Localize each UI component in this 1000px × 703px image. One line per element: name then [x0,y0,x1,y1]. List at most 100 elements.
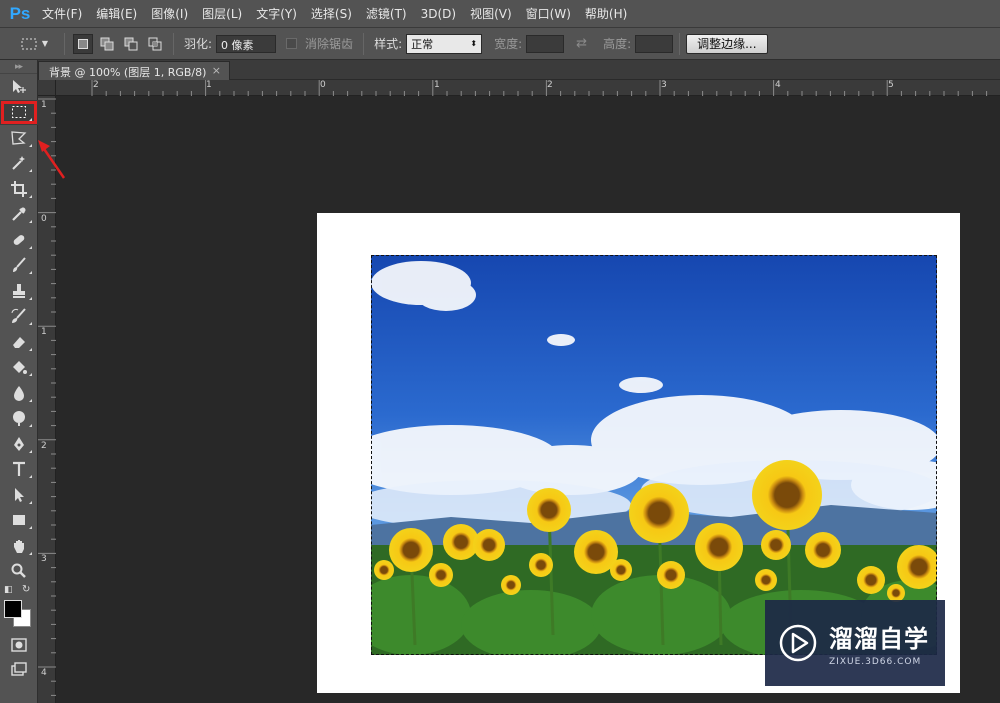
move-icon [13,79,26,93]
toolbox: ▸▸ ◧ ↻ [0,60,38,703]
width-input[interactable] [526,34,565,53]
subtract-selection-button[interactable] [121,34,141,54]
crop-tool[interactable] [0,176,38,202]
eyedropper-tool[interactable] [0,202,38,228]
move-tool[interactable] [0,74,38,100]
foreground-color-swatch[interactable] [4,600,22,618]
rect-marquee-icon [21,38,37,49]
add-selection-icon [100,37,114,50]
ruler-label: 3 [41,554,47,564]
magic-wand-tool[interactable] [0,151,38,177]
quick-mask-button[interactable] [0,632,38,658]
shape-icon [13,515,25,526]
ruler-label: 4 [41,668,47,678]
dodge-icon [13,411,25,427]
paint-bucket-icon [13,361,27,375]
healing-tool[interactable] [0,227,38,253]
submenu-indicator [29,500,32,504]
intersect-selection-button[interactable] [145,34,165,54]
ruler-label: 2 [93,80,99,90]
menu-filter[interactable]: 滤镜(T) [359,0,414,28]
shape-tool[interactable] [0,508,38,534]
eraser-icon [13,336,25,348]
style-value: 正常 [411,37,434,51]
refine-edge-button[interactable]: 调整边缘... [686,33,768,54]
hand-tool[interactable] [0,533,38,559]
menu-select[interactable]: 选择(S) [304,0,359,28]
rect-marquee-tool[interactable] [0,99,38,125]
lasso-tool[interactable] [0,125,38,151]
tool-preset-picker[interactable]: ▼ [10,31,58,57]
menu-file[interactable]: 文件(F) [35,0,89,28]
ruler-label: 1 [41,327,47,337]
ruler-label: 5 [888,80,894,90]
submenu-indicator [29,322,32,325]
menu-window[interactable]: 窗口(W) [519,0,578,28]
ruler-corner[interactable] [38,80,56,96]
submenu-indicator [29,245,32,249]
menu-edit[interactable]: 编辑(E) [89,0,144,28]
healing-icon [13,234,25,245]
submenu-indicator [29,194,32,198]
paint-bucket-tool[interactable] [0,355,38,381]
brush-tool[interactable] [0,253,38,279]
path-select-tool[interactable] [0,482,38,508]
submenu-indicator [29,143,32,147]
submenu-indicator [29,449,32,453]
style-select[interactable]: 正常 ⬍ [406,33,483,54]
height-input[interactable] [635,34,674,53]
feather-input[interactable]: 0 像素 [216,34,277,53]
ruler-left[interactable]: 1 0 1 2 3 4 [38,96,56,703]
type-tool[interactable] [0,457,38,483]
intersect-selection-icon [148,37,162,50]
screen-mode-button[interactable] [0,658,38,684]
history-brush-tool[interactable] [0,304,38,330]
antialias-checkbox[interactable] [286,38,298,49]
menu-layer[interactable]: 图层(L) [195,0,249,28]
ruler-label: 3 [661,80,667,90]
submenu-indicator [29,424,32,427]
menu-type[interactable]: 文字(Y) [249,0,304,28]
menu-3d[interactable]: 3D(D) [414,0,463,28]
ruler-label: 1 [41,100,47,110]
submenu-indicator [29,347,32,351]
default-colors-icon[interactable]: ◧ [4,585,13,595]
play-logo-icon [779,624,817,662]
dodge-tool[interactable] [0,406,38,432]
ruler-label: 2 [41,441,47,451]
annotation-arrow [38,140,66,179]
rect-marquee-icon [12,106,26,119]
pen-icon [14,436,24,451]
close-icon[interactable]: × [212,64,221,80]
pen-tool[interactable] [0,431,38,457]
menu-help[interactable]: 帮助(H) [578,0,634,28]
menu-image[interactable]: 图像(I) [144,0,195,28]
magic-wand-icon [12,156,25,170]
swap-colors-icon[interactable]: ↻ [22,584,30,595]
stamp-tool[interactable] [0,278,38,304]
blur-tool[interactable] [0,380,38,406]
new-selection-button[interactable] [73,33,93,54]
zoom-tool[interactable] [0,559,38,585]
width-label: 宽度: [494,37,523,51]
menu-view[interactable]: 视图(V) [463,0,519,28]
document-tab-bar: 背景 @ 100% (图层 1, RGB/8) * × [38,60,1000,93]
chevron-down-icon: ▼ [41,39,49,48]
submenu-indicator [29,475,32,478]
lasso-icon [11,131,27,145]
toolbox-grip[interactable]: ▸▸ [0,60,37,74]
selection-marquee[interactable] [371,255,937,655]
document-tab[interactable]: 背景 @ 100% (图层 1, RGB/8) * × [38,61,230,93]
submenu-indicator [29,373,32,376]
ruler-label: 4 [775,80,781,90]
crop-icon [11,180,27,197]
ruler-top[interactable]: 2 1 0 1 2 3 4 5 [56,80,1000,96]
new-selection-icon [78,38,88,49]
eraser-tool[interactable] [0,329,38,355]
ruler-label: 1 [206,80,212,90]
feather-label: 羽化: [184,37,213,51]
swap-icon[interactable]: ⇄ [576,36,587,51]
add-selection-button[interactable] [97,34,117,54]
updown-icon: ⬍ [470,39,478,48]
screen-mode-icon [11,662,27,676]
